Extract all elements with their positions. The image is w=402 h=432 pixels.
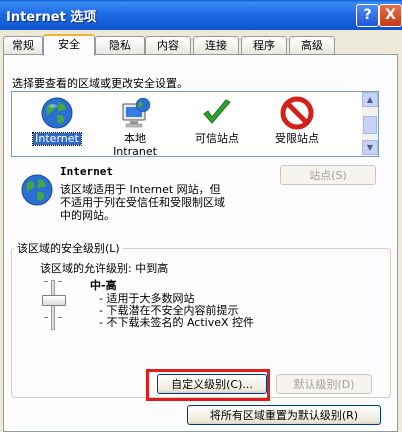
slider-tick xyxy=(44,281,48,282)
title-bar: Internet 选项 ? X xyxy=(0,0,402,30)
selected-zone-name: Internet xyxy=(60,165,113,178)
zone-label-internet: Internet xyxy=(32,132,82,146)
tab-strip: 常规 安全 隐私 内容 连接 程序 高级 xyxy=(3,34,399,56)
scroll-thumb[interactable] xyxy=(363,116,377,134)
zone-list-scrollbar[interactable]: ▲ ▼ xyxy=(362,91,379,157)
level-name: 中-高 xyxy=(90,279,117,292)
zone-list[interactable]: Internet 本地 Intranet 可信站点 受限站点 xyxy=(11,91,371,158)
level-bullet: - 不下载未签名的 ActiveX 控件 xyxy=(99,316,255,329)
scroll-up-icon[interactable]: ▲ xyxy=(362,92,378,107)
zone-description-line: 中的网站。 xyxy=(60,209,115,222)
highlight-box xyxy=(146,369,270,401)
zone-local-intranet[interactable]: 本地 Intranet xyxy=(100,96,170,158)
checkmark-icon xyxy=(200,96,234,130)
help-button[interactable]: ? xyxy=(356,4,379,27)
slider-tick xyxy=(58,281,62,282)
tab-content[interactable]: 内容 xyxy=(145,36,191,54)
reset-all-zones-button[interactable]: 将所有区域重置为默认级别(R) xyxy=(187,405,381,425)
globe-icon xyxy=(20,173,54,207)
computer-globe-icon xyxy=(118,96,152,130)
zone-label-intranet: Intranet xyxy=(113,145,157,158)
zone-internet[interactable]: Internet xyxy=(22,96,92,146)
zone-description-line: 不适用于列在受信任和受限制区域 xyxy=(60,196,225,209)
default-level-button[interactable]: 默认级别(D) xyxy=(276,374,372,394)
zone-trusted-sites[interactable]: 可信站点 xyxy=(182,96,252,145)
allowed-level-text: 该区域的允许级别: 中到高 xyxy=(40,262,169,275)
zone-description: 该区域适用于 Internet 网站，但 不适用于列在受信任和受限制区域 中的网… xyxy=(60,183,260,222)
zone-description-line: 该区域适用于 Internet 网站，但 xyxy=(60,183,221,196)
tab-general[interactable]: 常规 xyxy=(3,36,43,54)
slider-tick xyxy=(58,317,62,318)
tab-connections[interactable]: 连接 xyxy=(193,36,239,54)
zone-label-restricted: 受限站点 xyxy=(275,132,319,145)
zone-restricted-sites[interactable]: 受限站点 xyxy=(262,96,332,145)
tab-security[interactable]: 安全 xyxy=(43,34,95,56)
scroll-down-icon[interactable]: ▼ xyxy=(362,140,378,155)
zone-label-local: 本地 xyxy=(124,132,146,145)
security-level-title: 该区域的安全级别(L) xyxy=(14,240,123,256)
tab-advanced[interactable]: 高级 xyxy=(289,36,335,54)
tab-programs[interactable]: 程序 xyxy=(241,36,287,54)
tab-privacy[interactable]: 隐私 xyxy=(95,36,145,54)
globe-icon xyxy=(40,96,74,130)
window-title: Internet 选项 xyxy=(6,10,97,25)
slider-tick xyxy=(44,317,48,318)
close-button[interactable]: X xyxy=(379,4,402,27)
level-description: - 适用于大多数网站 - 下载潜在不安全内容前提示 - 不下载未签名的 Acti… xyxy=(99,293,254,329)
no-entry-icon xyxy=(280,96,314,130)
security-slider-thumb[interactable] xyxy=(42,295,66,306)
sites-button[interactable]: 站点(S) xyxy=(280,165,376,185)
zone-prompt: 选择要查看的区域或更改安全设置。 xyxy=(12,77,188,90)
zone-label-trusted: 可信站点 xyxy=(195,132,239,145)
